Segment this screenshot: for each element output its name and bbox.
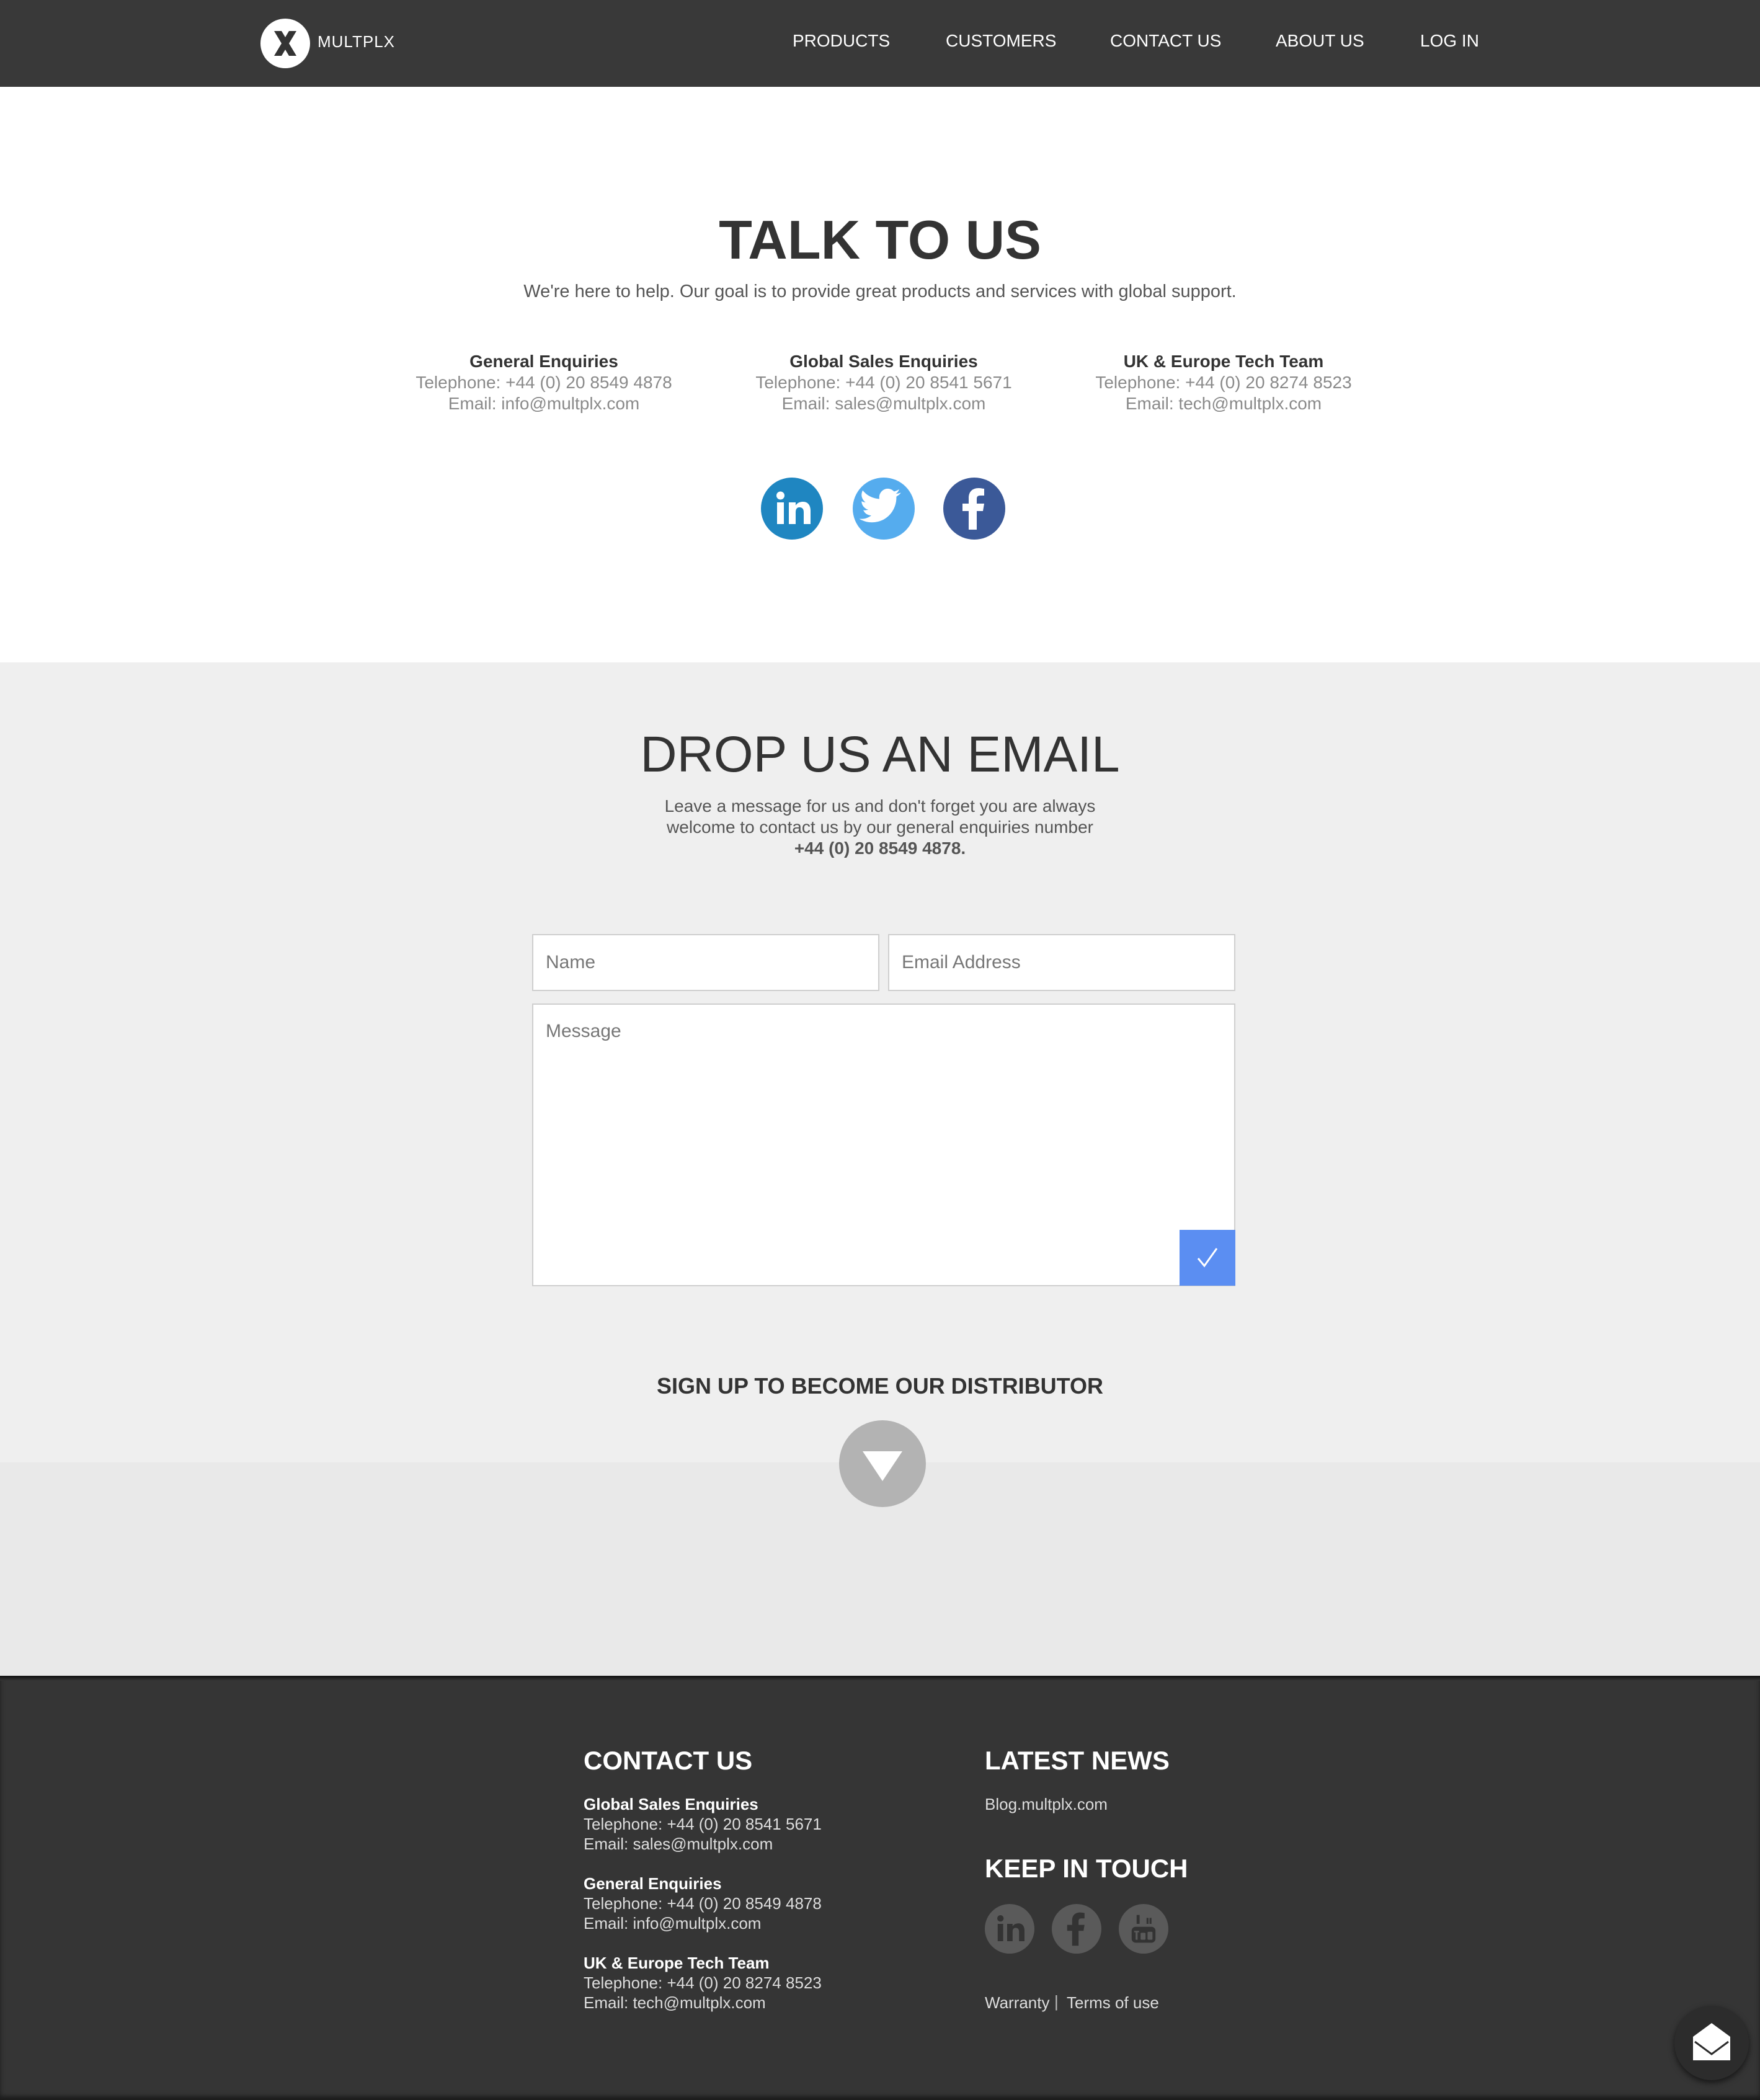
footer-contact-general: General Enquiries Telephone: +44 (0) 20 … <box>584 1874 822 1933</box>
twitter-icon[interactable] <box>853 478 915 540</box>
email-section-text-2: welcome to contact us by our general enq… <box>667 817 1093 837</box>
logo-text[interactable]: MULTPLX <box>318 32 395 51</box>
contact-email: Email: info@multplx.com <box>448 394 640 413</box>
footer-contact-heading: CONTACT US <box>584 1746 753 1775</box>
footer-contact-email: Email: sales@multplx.com <box>584 1835 773 1853</box>
contact-title: Global Sales Enquiries <box>789 352 978 371</box>
facebook-icon[interactable] <box>1052 1904 1101 1954</box>
page-title: TALK TO US <box>719 209 1041 270</box>
message-textarea[interactable]: Message <box>532 1003 1235 1286</box>
nav-log-in[interactable]: LOG IN <box>1420 31 1479 51</box>
email-section-title: DROP US AN EMAIL <box>640 726 1120 783</box>
page-subtitle: We're here to help. Our goal is to provi… <box>523 282 1237 301</box>
footer-divider <box>0 1676 1760 1681</box>
linkedin-icon[interactable] <box>985 1904 1034 1954</box>
contact-email: Email: sales@multplx.com <box>781 394 986 413</box>
contact-phone: Telephone: +44 (0) 20 8541 5671 <box>755 373 1012 392</box>
contact-title: UK & Europe Tech Team <box>1123 352 1324 371</box>
distributor-expand-button[interactable] <box>839 1420 926 1507</box>
terms-link[interactable]: Terms of use <box>1067 1993 1159 2013</box>
email-section-text-1: Leave a message for us and don't forget … <box>664 796 1096 816</box>
footer-contact-email: Email: tech@multplx.com <box>584 1993 766 2012</box>
footer-contact-sales: Global Sales Enquiries Telephone: +44 (0… <box>584 1794 822 1854</box>
youtube-icon[interactable] <box>1119 1904 1168 1954</box>
email-section-phone: +44 (0) 20 8549 4878. <box>794 839 966 858</box>
checkmark-icon <box>1197 1248 1218 1268</box>
contact-phone: Telephone: +44 (0) 20 8549 4878 <box>416 373 672 392</box>
footer-contact-phone: Telephone: +44 (0) 20 8549 4878 <box>584 1894 822 1913</box>
triangle-down-icon <box>863 1451 902 1481</box>
warranty-link[interactable]: Warranty <box>985 1993 1050 2013</box>
footer-link-separator: | <box>1054 1992 1059 2011</box>
envelope-icon <box>1693 2023 1730 2060</box>
nav-products[interactable]: PRODUCTS <box>793 31 890 51</box>
nav-about-us[interactable]: ABOUT US <box>1276 31 1364 51</box>
footer-contact-title: Global Sales Enquiries <box>584 1795 758 1813</box>
contact-email: Email: tech@multplx.com <box>1125 394 1322 413</box>
chat-button[interactable] <box>1674 2006 1749 2080</box>
footer-contact-title: General Enquiries <box>584 1874 722 1893</box>
footer-contact-phone: Telephone: +44 (0) 20 8274 8523 <box>584 1973 822 1992</box>
distributor-signup-label: SIGN UP TO BECOME OUR DISTRIBUTOR <box>656 1373 1104 1399</box>
contact-general: General Enquiries Telephone: +44 (0) 20 … <box>345 351 742 414</box>
email-input[interactable]: Email Address <box>888 934 1235 991</box>
contact-tech: UK & Europe Tech Team Telephone: +44 (0)… <box>1025 351 1422 414</box>
send-button[interactable] <box>1180 1230 1235 1286</box>
footer <box>0 1676 1760 2100</box>
name-input[interactable]: Name <box>532 934 879 991</box>
facebook-icon[interactable] <box>943 478 1005 540</box>
footer-contact-phone: Telephone: +44 (0) 20 8541 5671 <box>584 1815 822 1833</box>
nav-customers[interactable]: CUSTOMERS <box>946 31 1056 51</box>
contact-phone: Telephone: +44 (0) 20 8274 8523 <box>1095 373 1352 392</box>
blog-link[interactable]: Blog.multplx.com <box>985 1794 1108 1814</box>
footer-contact-title: UK & Europe Tech Team <box>584 1954 770 1972</box>
contact-title: General Enquiries <box>469 352 618 371</box>
footer-touch-heading: KEEP IN TOUCH <box>985 1854 1188 1883</box>
footer-news-heading: LATEST NEWS <box>985 1746 1170 1775</box>
footer-contact-tech: UK & Europe Tech Team Telephone: +44 (0)… <box>584 1953 822 2013</box>
contact-sales: Global Sales Enquiries Telephone: +44 (0… <box>685 351 1082 414</box>
linkedin-icon[interactable] <box>761 478 823 540</box>
nav-contact-us[interactable]: CONTACT US <box>1110 31 1221 51</box>
footer-contact-email: Email: info@multplx.com <box>584 1914 762 1933</box>
logo-icon[interactable] <box>260 19 310 68</box>
